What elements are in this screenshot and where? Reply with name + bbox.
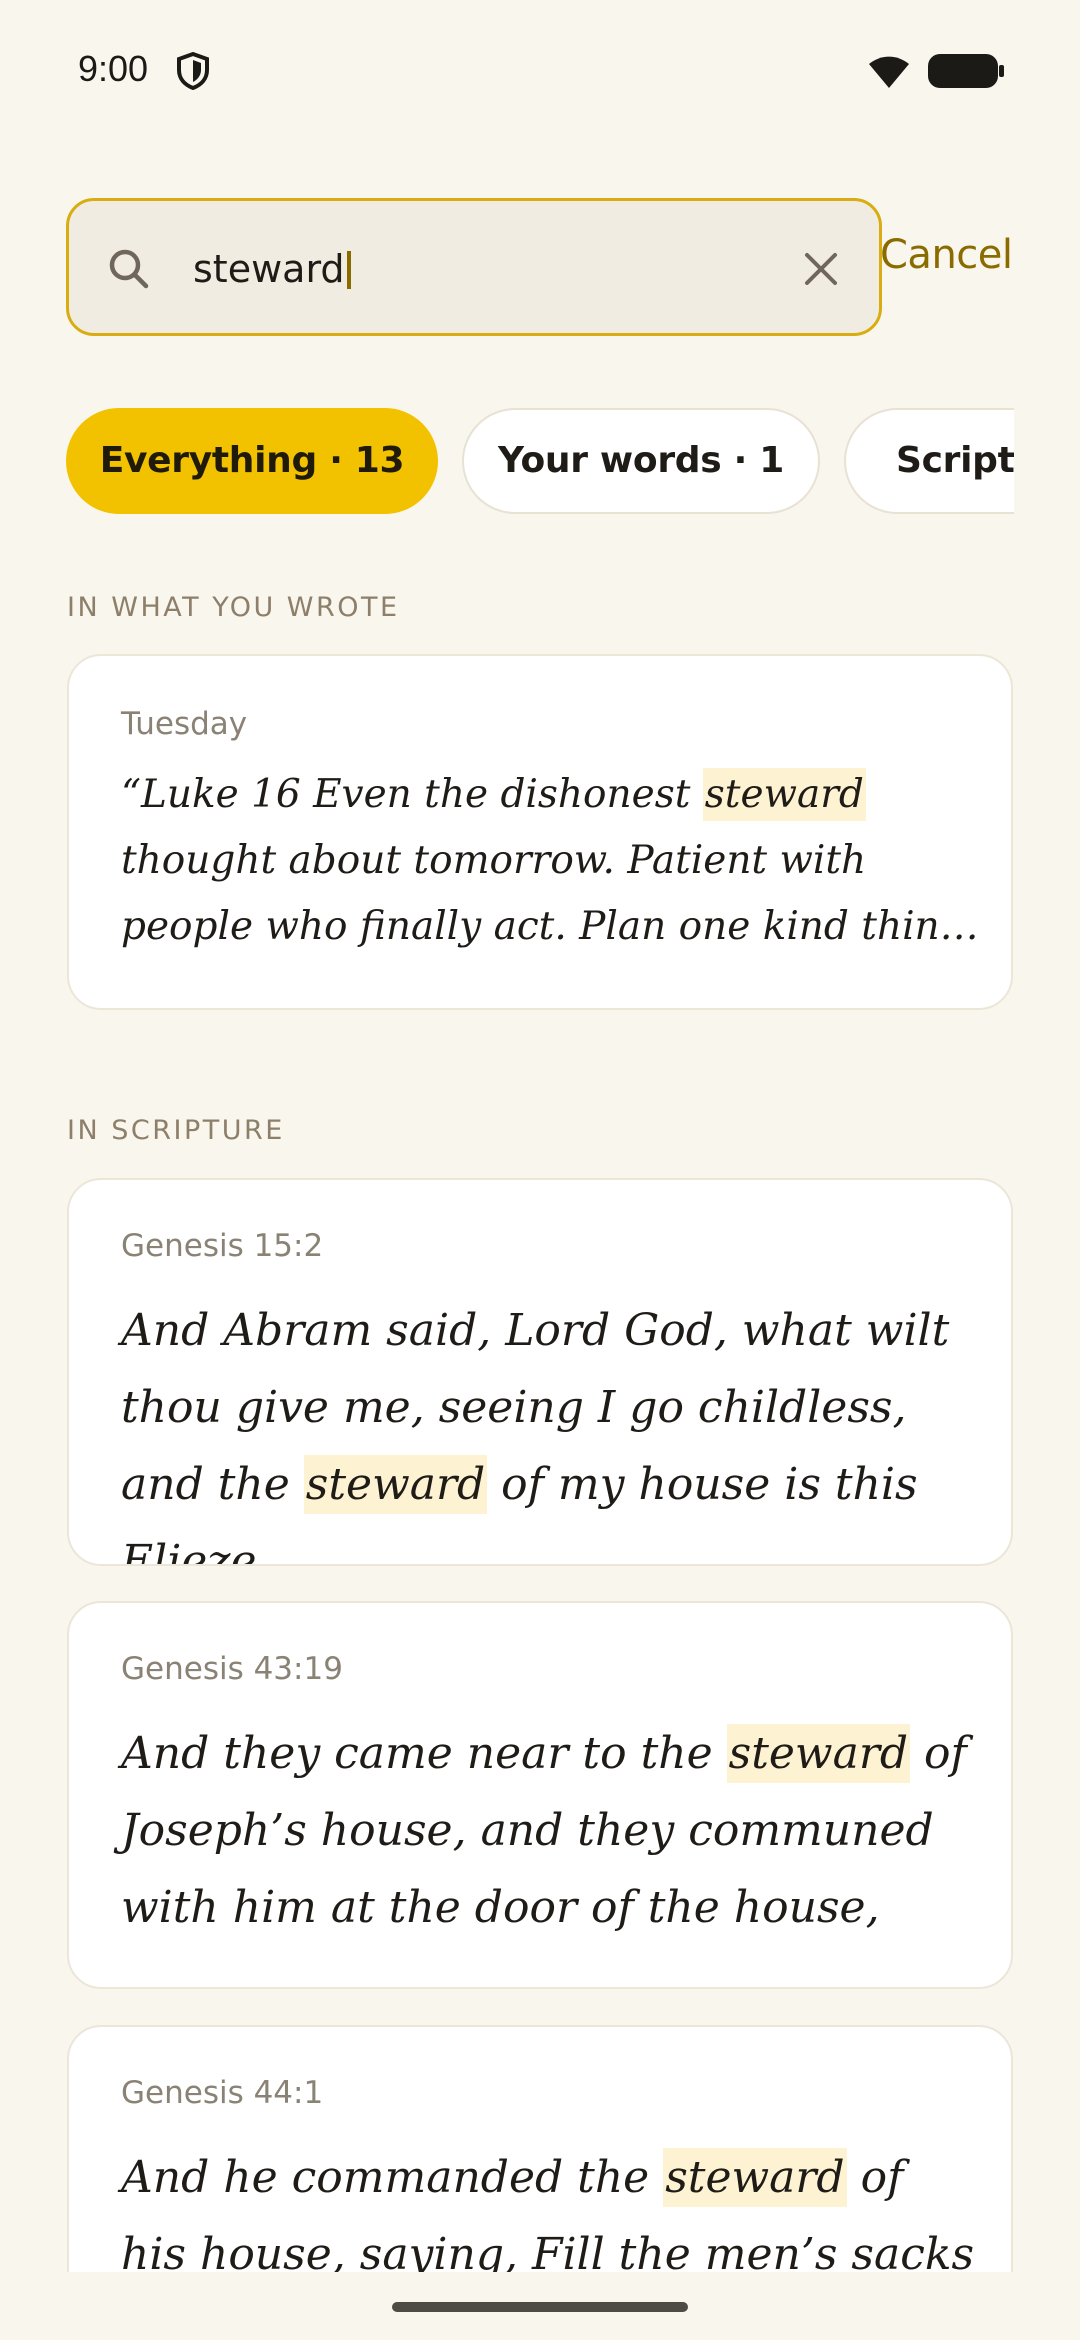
cancel-button[interactable]: Cancel (880, 232, 1013, 278)
match-highlight: steward (726, 1724, 911, 1783)
search-input[interactable] (193, 239, 753, 299)
text-cursor (346, 251, 351, 289)
status-bar: 9:00 (0, 0, 1080, 140)
shield-icon (177, 52, 209, 90)
scripture-result-card[interactable]: Genesis 15:2 And Abram said, Lord God, w… (67, 1178, 1013, 1566)
filter-chip-everything[interactable]: Everything · 13 (66, 408, 438, 514)
wifi-icon (869, 56, 909, 88)
match-highlight: steward (663, 2148, 847, 2207)
verse-reference: Genesis 44:1 (121, 2075, 324, 2111)
filter-chips: Everything · 13 Your words · 1 Scripture (66, 408, 1014, 518)
verse-excerpt: And they came near to the steward of Jos… (121, 1715, 981, 1946)
section-label-scripture: IN SCRIPTURE (67, 1115, 285, 1146)
battery-icon (928, 54, 1004, 88)
match-highlight: steward (702, 768, 866, 821)
verse-reference: Genesis 15:2 (121, 1228, 324, 1264)
search-icon (109, 249, 149, 289)
note-excerpt: “Luke 16 Even the dishonest steward thou… (121, 762, 981, 960)
match-highlight: steward (303, 1455, 488, 1514)
scripture-result-card[interactable]: Genesis 43:19 And they came near to the … (67, 1601, 1013, 1989)
home-indicator[interactable] (392, 2302, 688, 2312)
verse-excerpt: And Abram said, Lord God, what wilt thou… (121, 1305, 950, 1566)
filter-chip-your-words[interactable]: Your words · 1 (462, 408, 820, 514)
section-label-notes: IN WHAT YOU WROTE (67, 592, 400, 623)
verse-reference: Genesis 43:19 (121, 1651, 343, 1687)
note-date: Tuesday (121, 706, 248, 742)
status-time: 9:00 (78, 48, 149, 89)
clear-icon[interactable] (801, 249, 841, 289)
filter-chip-scripture[interactable]: Scripture (844, 408, 1014, 514)
search-bar[interactable] (66, 198, 882, 336)
note-result-card[interactable]: Tuesday “Luke 16 Even the dishonest stew… (67, 654, 1013, 1010)
